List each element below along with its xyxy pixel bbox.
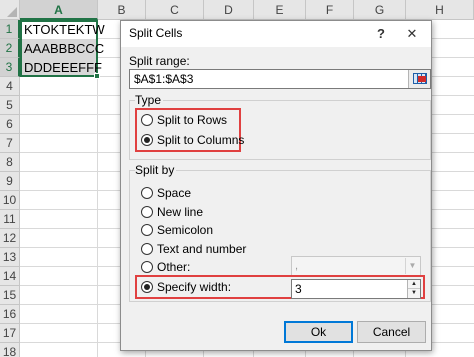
dialog-title: Split Cells (129, 26, 183, 40)
row-header-3[interactable]: 3 (0, 58, 20, 77)
row-header-4[interactable]: 4 (0, 77, 20, 96)
range-select-icon[interactable] (408, 70, 430, 88)
column-header-f[interactable]: F (306, 0, 354, 20)
radio-label: Space (157, 186, 192, 200)
column-header-c[interactable]: C (146, 0, 204, 20)
row-header-18[interactable]: 18 (0, 343, 20, 357)
select-all-corner[interactable] (0, 0, 20, 20)
radio-split-to-columns[interactable]: Split to Columns (141, 131, 244, 149)
row-header-17[interactable]: 17 (0, 324, 20, 343)
dialog-titlebar[interactable]: Split Cells ? ✕ (121, 21, 431, 47)
split-range-label: Split range: (129, 54, 190, 68)
radio-label: New line (157, 205, 204, 219)
cancel-button[interactable]: Cancel (357, 321, 426, 343)
row-header-7[interactable]: 7 (0, 134, 20, 153)
row-header-13[interactable]: 13 (0, 248, 20, 267)
specify-width-input[interactable]: 3 (291, 279, 421, 299)
spin-down-icon[interactable]: ▼ (408, 289, 420, 298)
row-header-5[interactable]: 5 (0, 96, 20, 115)
row-header-9[interactable]: 9 (0, 172, 20, 191)
row-header-2[interactable]: 2 (0, 39, 20, 58)
radio-label: Split to Columns (157, 133, 245, 147)
column-header-d[interactable]: D (204, 0, 254, 20)
cell-a1[interactable]: KTOKTEKTW (24, 20, 105, 39)
radio-space[interactable]: Space (141, 184, 191, 202)
split-range-input[interactable]: $A$1:$A$3 (129, 69, 431, 89)
spin-up-icon[interactable]: ▲ (408, 280, 420, 289)
radio-label: Semicolon (157, 223, 214, 237)
ok-button[interactable]: Ok (284, 321, 353, 343)
radio-text-and-number[interactable]: Text and number (141, 240, 246, 258)
row-header-11[interactable]: 11 (0, 210, 20, 229)
radio-button-circle (141, 187, 153, 199)
radio-label: Text and number (157, 242, 247, 256)
radio-button-circle (141, 114, 153, 126)
cell-a2[interactable]: AAABBBCCC (24, 39, 104, 58)
close-icon[interactable]: ✕ (403, 25, 421, 43)
row-header-6[interactable]: 6 (0, 115, 20, 134)
row-header-12[interactable]: 12 (0, 229, 20, 248)
radio-button-circle (141, 206, 153, 218)
radio-split-to-rows[interactable]: Split to Rows (141, 111, 227, 129)
radio-other[interactable]: Other: (141, 258, 190, 276)
radio-label: Specify width: (157, 280, 232, 294)
range-arrow-icon (418, 76, 426, 82)
split-by-group-label: Split by (135, 163, 177, 177)
radio-button-circle (141, 281, 153, 293)
radio-label: Other: (157, 260, 191, 274)
column-header-e[interactable]: E (254, 0, 306, 20)
column-header-a[interactable]: A (20, 0, 98, 20)
help-icon[interactable]: ? (373, 25, 389, 43)
row-header-15[interactable]: 15 (0, 286, 20, 305)
radio-button-circle (141, 134, 153, 146)
radio-button-circle (141, 243, 153, 255)
radio-button-circle (141, 261, 153, 273)
row-header-8[interactable]: 8 (0, 153, 20, 172)
row-header-1[interactable]: 1 (0, 20, 20, 39)
column-header-g[interactable]: G (354, 0, 406, 20)
column-header-h[interactable]: H (406, 0, 474, 20)
split-cells-dialog: Split Cells ? ✕ Split range: $A$1:$A$3 T… (120, 20, 432, 351)
row-header-10[interactable]: 10 (0, 191, 20, 210)
radio-new-line[interactable]: New line (141, 203, 203, 221)
row-header-14[interactable]: 14 (0, 267, 20, 286)
chevron-down-icon[interactable]: ▼ (405, 258, 419, 274)
cell-a3[interactable]: DDDEEEFFF (24, 58, 102, 77)
radio-specify-width[interactable]: Specify width: (141, 278, 231, 296)
radio-semicolon[interactable]: Semicolon (141, 221, 213, 239)
radio-label: Split to Rows (157, 113, 228, 127)
other-separator-value: , (295, 260, 299, 272)
column-header-b[interactable]: B (98, 0, 146, 20)
row-header-16[interactable]: 16 (0, 305, 20, 324)
radio-button-circle (141, 224, 153, 236)
other-separator-input[interactable]: , ▼ (291, 256, 421, 276)
width-spinner[interactable]: ▲ ▼ (407, 280, 420, 298)
type-group-label: Type (135, 93, 164, 107)
